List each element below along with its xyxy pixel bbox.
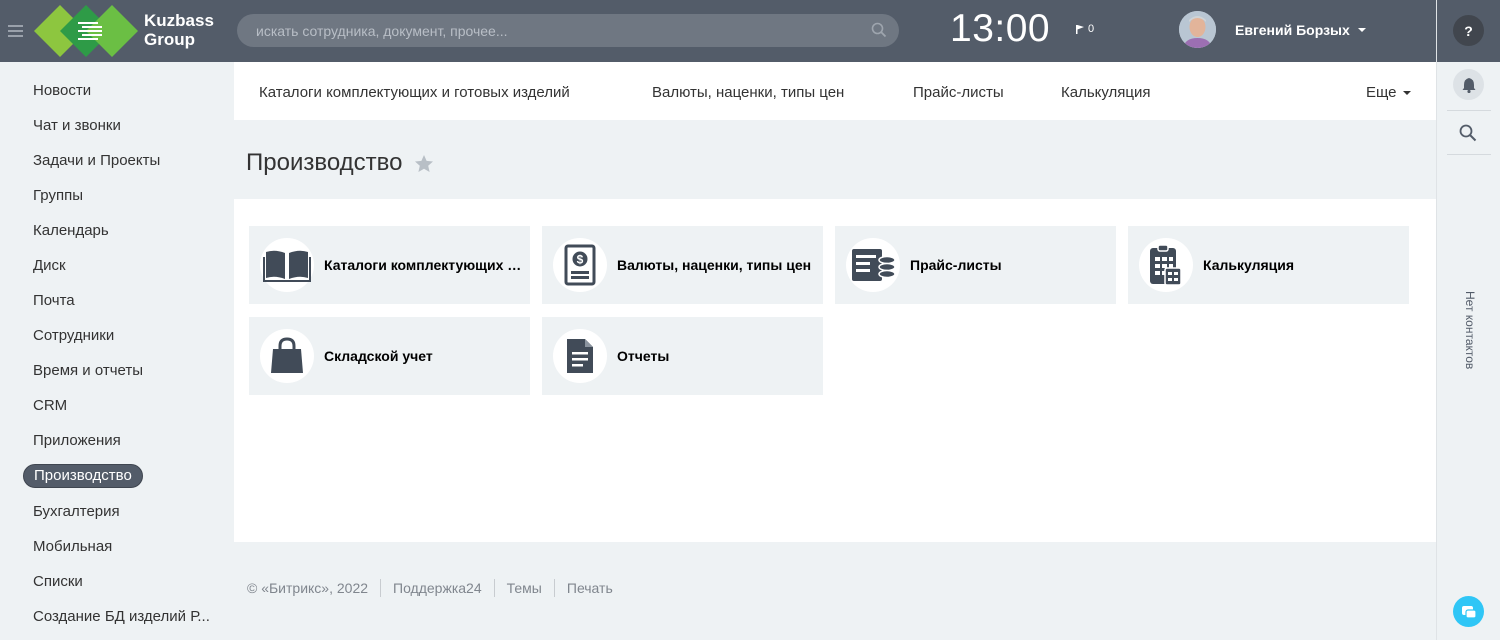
right-panel: ? Нет контактов: [1436, 0, 1500, 640]
divider: [380, 579, 382, 597]
avatar[interactable]: [1179, 11, 1216, 48]
tile-reports[interactable]: Отчеты: [542, 317, 823, 395]
tab-currencies[interactable]: Валюты, наценки, типы цен: [652, 84, 844, 101]
chevron-down-icon: [1357, 28, 1366, 32]
divider: [493, 579, 495, 597]
kuzbass-logo-icon[interactable]: [34, 5, 138, 57]
logo-text[interactable]: Kuzbass Group: [144, 11, 214, 49]
top-nav: Каталоги комплектующих и готовых изделий…: [234, 62, 1436, 120]
right-panel-top: ?: [1437, 0, 1500, 62]
divider: [1447, 110, 1491, 111]
logo-line2: Group: [144, 30, 195, 49]
menu-item-calendar[interactable]: Календарь: [23, 219, 119, 243]
tile-label: Отчеты: [617, 348, 670, 364]
chat-icon[interactable]: [1453, 596, 1484, 627]
tile-label: Валюты, наценки, типы цен: [617, 257, 812, 273]
menu-item-mobile[interactable]: Мобильная: [23, 535, 122, 559]
no-contacts-label: Нет контактов: [1463, 291, 1477, 370]
user-photo-icon: [1179, 11, 1216, 48]
star-icon[interactable]: [414, 154, 434, 173]
tile-label: Прайс-листы: [910, 257, 1002, 273]
search-icon[interactable]: [871, 22, 887, 38]
copyright: © «Битрикс», 2022: [247, 580, 369, 596]
more-menu[interactable]: Еще: [1366, 84, 1411, 101]
content-area: Каталоги комплектующих и готовых изделий…: [234, 199, 1436, 542]
menu-item-mail[interactable]: Почта: [23, 289, 85, 313]
menu-item-db-creation[interactable]: Создание БД изделий Р...: [23, 605, 220, 629]
user-menu[interactable]: Евгений Борзых: [1235, 22, 1366, 38]
menu-item-disk[interactable]: Диск: [23, 254, 76, 278]
menu-burger-icon[interactable]: [8, 25, 23, 37]
user-name: Евгений Борзых: [1235, 22, 1350, 38]
menu-item-employees[interactable]: Сотрудники: [23, 324, 124, 348]
divider: [1447, 154, 1491, 155]
divider: [553, 579, 555, 597]
search-box: [237, 14, 899, 47]
panel-search-icon[interactable]: [1459, 124, 1477, 142]
print-link[interactable]: Печать: [567, 580, 613, 596]
flag-count: 0: [1088, 23, 1095, 35]
support-link[interactable]: Поддержка24: [393, 580, 482, 596]
tile-label: Складской учет: [324, 348, 433, 364]
price-document-icon: $: [564, 244, 596, 286]
search-input[interactable]: [237, 14, 899, 47]
document-icon: [567, 339, 593, 373]
top-header: Kuzbass Group 13:00 0 Евгений Борзых: [0, 0, 1436, 62]
menu-item-crm[interactable]: CRM: [23, 394, 77, 418]
tile-label: Калькуляция: [1203, 257, 1295, 273]
tile-catalogs[interactable]: Каталоги комплектующих и готовых изделий: [249, 226, 530, 304]
tile-warehouse[interactable]: Складской учет: [249, 317, 530, 395]
menu-item-chat[interactable]: Чат и звонки: [23, 114, 131, 138]
menu-item-accounting[interactable]: Бухгалтерия: [23, 500, 130, 524]
page-title-row: Производство: [246, 149, 434, 177]
shopping-bag-icon: [271, 337, 303, 373]
price-list-coins-icon: [852, 249, 896, 281]
menu-item-apps[interactable]: Приложения: [23, 429, 131, 453]
page-title: Производство: [246, 149, 403, 176]
help-icon[interactable]: ?: [1453, 15, 1484, 46]
tile-currencies[interactable]: $ Валюты, наценки, типы цен: [542, 226, 823, 304]
tile-price-lists[interactable]: Прайс-листы: [835, 226, 1116, 304]
menu-item-tasks[interactable]: Задачи и Проекты: [23, 149, 170, 173]
footer: © «Битрикс», 2022 Поддержка24 Темы Печат…: [247, 579, 613, 597]
svg-text:$: $: [577, 253, 584, 267]
book-icon: [263, 250, 311, 282]
menu-item-groups[interactable]: Группы: [23, 184, 93, 208]
themes-link[interactable]: Темы: [507, 580, 542, 596]
menu-item-production[interactable]: Производство: [23, 464, 143, 488]
tab-calculation[interactable]: Калькуляция: [1061, 84, 1151, 101]
chevron-down-icon: [1402, 90, 1411, 95]
tile-calculation[interactable]: Калькуляция: [1128, 226, 1409, 304]
calculator-icon: [1150, 244, 1182, 286]
menu-item-time-reports[interactable]: Время и отчеты: [23, 359, 153, 383]
tab-price-lists[interactable]: Прайс-листы: [913, 84, 1004, 101]
menu-item-lists[interactable]: Списки: [23, 570, 93, 594]
flag-icon: [1076, 24, 1084, 34]
work-day-flag[interactable]: 0: [1076, 23, 1094, 35]
more-label: Еще: [1366, 84, 1397, 101]
menu-item-news[interactable]: Новости: [23, 79, 101, 103]
clock[interactable]: 13:00: [950, 7, 1050, 51]
tile-label: Каталоги комплектующих и готовых изделий: [324, 257, 524, 273]
notifications-bell-icon[interactable]: [1453, 69, 1484, 100]
logo-line1: Kuzbass: [144, 11, 214, 30]
tab-catalogs[interactable]: Каталоги комплектующих и готовых изделий: [259, 84, 570, 101]
